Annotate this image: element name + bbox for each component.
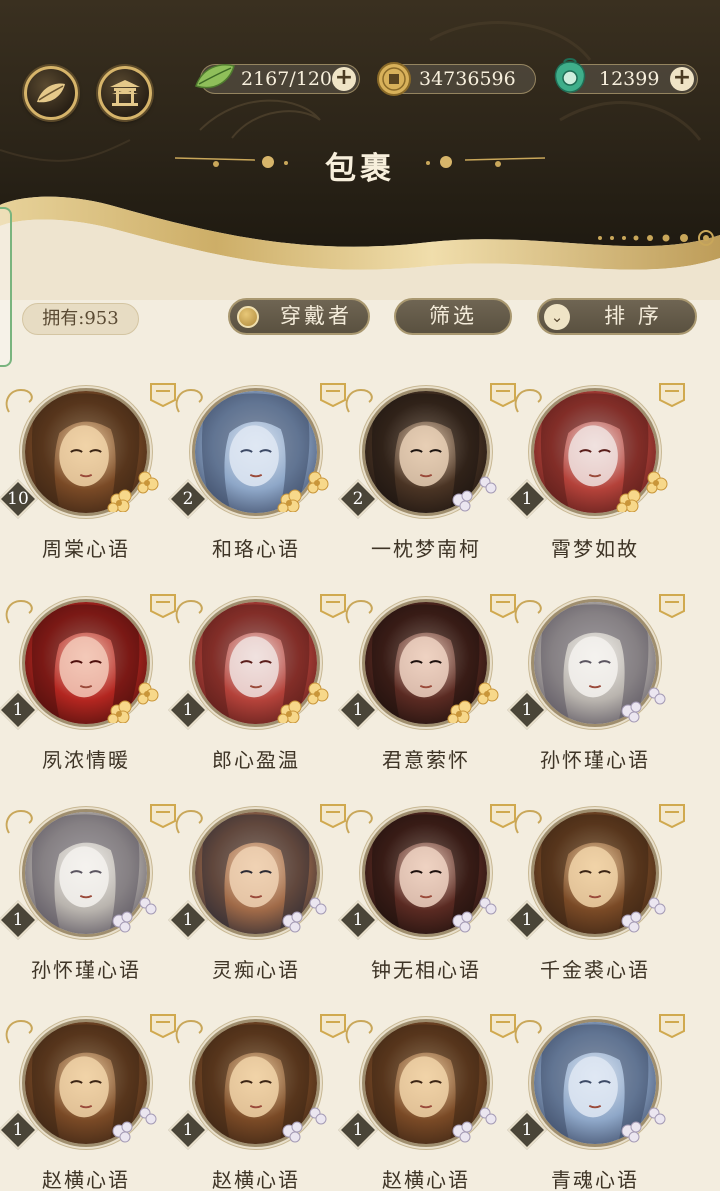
plum-blossom-icon: [616, 471, 668, 512]
item-card[interactable]: 1 郎心盈温: [168, 591, 346, 791]
item-card[interactable]: 1 赵横心语: [168, 1011, 346, 1191]
owned-count: 拥有:953: [22, 303, 139, 335]
header-banner: 2167/120 + 34736596 12399 + 包裹: [0, 0, 720, 300]
coin-value: 34736596: [419, 68, 516, 90]
stamina-value: 2167/120: [241, 68, 333, 90]
item-card[interactable]: 2 和珞心语: [168, 380, 346, 580]
item-card[interactable]: 1 霄梦如故: [507, 380, 685, 580]
item-card[interactable]: 1 千金裘心语: [507, 801, 685, 1001]
pavilion-button[interactable]: [98, 66, 152, 120]
page-indicator: [598, 230, 714, 246]
item-name: 夙浓情暖: [42, 748, 130, 772]
blossom-ornament-icon: [452, 476, 497, 512]
count-badge-value: 1: [521, 1120, 533, 1140]
stamina-plus-button[interactable]: +: [332, 67, 356, 91]
count-badge-value: 1: [12, 700, 24, 720]
jade-plus-button[interactable]: +: [670, 67, 694, 91]
item-card[interactable]: 1 夙浓情暖: [0, 591, 176, 791]
count-badge-value: 1: [12, 910, 24, 930]
bookmark-tag-icon: [659, 1014, 685, 1039]
sort-button[interactable]: ⌄ 排 序: [537, 298, 697, 335]
item-card[interactable]: 2 一枕梦南柯: [338, 380, 516, 580]
sort-arrow-icon: ⌄: [544, 304, 570, 330]
plum-blossom-icon: [107, 471, 159, 512]
count-badge-value: 1: [521, 700, 533, 720]
item-name: 孙怀瑾心语: [540, 748, 650, 772]
item-card[interactable]: 10 周棠心语: [0, 380, 176, 580]
count-badge-value: 1: [352, 700, 364, 720]
count-badge-value: 1: [182, 700, 194, 720]
wearer-dot-icon: [237, 306, 259, 328]
blossom-ornament-icon: [282, 897, 327, 933]
item-name: 赵横心语: [42, 1168, 130, 1191]
pavilion-icon: [110, 80, 140, 106]
bookmark-tag-icon: [659, 383, 685, 408]
count-badge-value: 1: [521, 489, 533, 509]
filter-label: 筛选: [429, 304, 477, 328]
count-badge-value: 10: [7, 489, 29, 509]
blossom-ornament-icon: [452, 897, 497, 933]
item-name: 千金裘心语: [540, 958, 650, 982]
blossom-ornament-icon: [621, 1107, 666, 1143]
plum-blossom-icon: [447, 682, 499, 723]
sort-label: 排 序: [604, 304, 662, 328]
bookmark-tag-icon: [659, 594, 685, 619]
count-badge-value: 2: [182, 489, 194, 509]
item-card[interactable]: 1 君意萦怀: [338, 591, 516, 791]
plum-blossom-icon: [107, 682, 159, 723]
bookmark-tag-icon: [659, 804, 685, 829]
page-title: 包裹: [325, 151, 395, 187]
item-name: 赵横心语: [212, 1168, 300, 1191]
count-badge-value: 1: [352, 1120, 364, 1140]
count-badge-value: 1: [182, 910, 194, 930]
leaf-icon: [195, 64, 235, 89]
blossom-ornament-icon: [621, 687, 666, 723]
blossom-ornament-icon: [452, 1107, 497, 1143]
plum-blossom-icon: [277, 682, 329, 723]
leaf-icon: [37, 83, 65, 103]
item-card[interactable]: 1 孙怀瑾心语: [0, 801, 176, 1001]
count-badge-value: 1: [12, 1120, 24, 1140]
coin-icon: [377, 62, 411, 96]
jade-value: 12399: [599, 68, 660, 90]
item-name: 一枕梦南柯: [371, 537, 481, 561]
blossom-ornament-icon: [112, 897, 157, 933]
item-card[interactable]: 1 灵痴心语: [168, 801, 346, 1001]
item-name: 青魂心语: [551, 1168, 639, 1191]
item-name: 周棠心语: [42, 537, 130, 561]
item-name: 钟无相心语: [371, 958, 481, 982]
leaf-menu-button[interactable]: [24, 66, 78, 120]
wearer-button[interactable]: 穿戴者: [228, 298, 370, 335]
blossom-ornament-icon: [621, 897, 666, 933]
item-name: 灵痴心语: [212, 958, 300, 982]
item-name: 和珞心语: [212, 537, 300, 561]
count-badge-value: 1: [352, 910, 364, 930]
item-card[interactable]: 1 赵横心语: [338, 1011, 516, 1191]
count-badge-value: 1: [521, 910, 533, 930]
item-name: 霄梦如故: [551, 537, 639, 561]
item-card[interactable]: 1 青魂心语: [507, 1011, 685, 1191]
count-badge-value: 2: [352, 489, 364, 509]
jade-icon: [554, 58, 586, 93]
item-name: 君意萦怀: [382, 748, 470, 772]
blossom-ornament-icon: [282, 1107, 327, 1143]
item-name: 孙怀瑾心语: [31, 958, 141, 982]
filter-button[interactable]: 筛选: [394, 298, 512, 335]
count-badge-value: 1: [182, 1120, 194, 1140]
item-name: 赵横心语: [382, 1168, 470, 1191]
item-card[interactable]: 1 钟无相心语: [338, 801, 516, 1001]
item-name: 郎心盈温: [212, 748, 300, 772]
blossom-ornament-icon: [112, 1107, 157, 1143]
side-drawer-tab[interactable]: [0, 207, 12, 367]
item-card[interactable]: 1 赵横心语: [0, 1011, 176, 1191]
wearer-label: 穿戴者: [280, 304, 352, 328]
item-card[interactable]: 1 孙怀瑾心语: [507, 591, 685, 791]
plum-blossom-icon: [277, 471, 329, 512]
